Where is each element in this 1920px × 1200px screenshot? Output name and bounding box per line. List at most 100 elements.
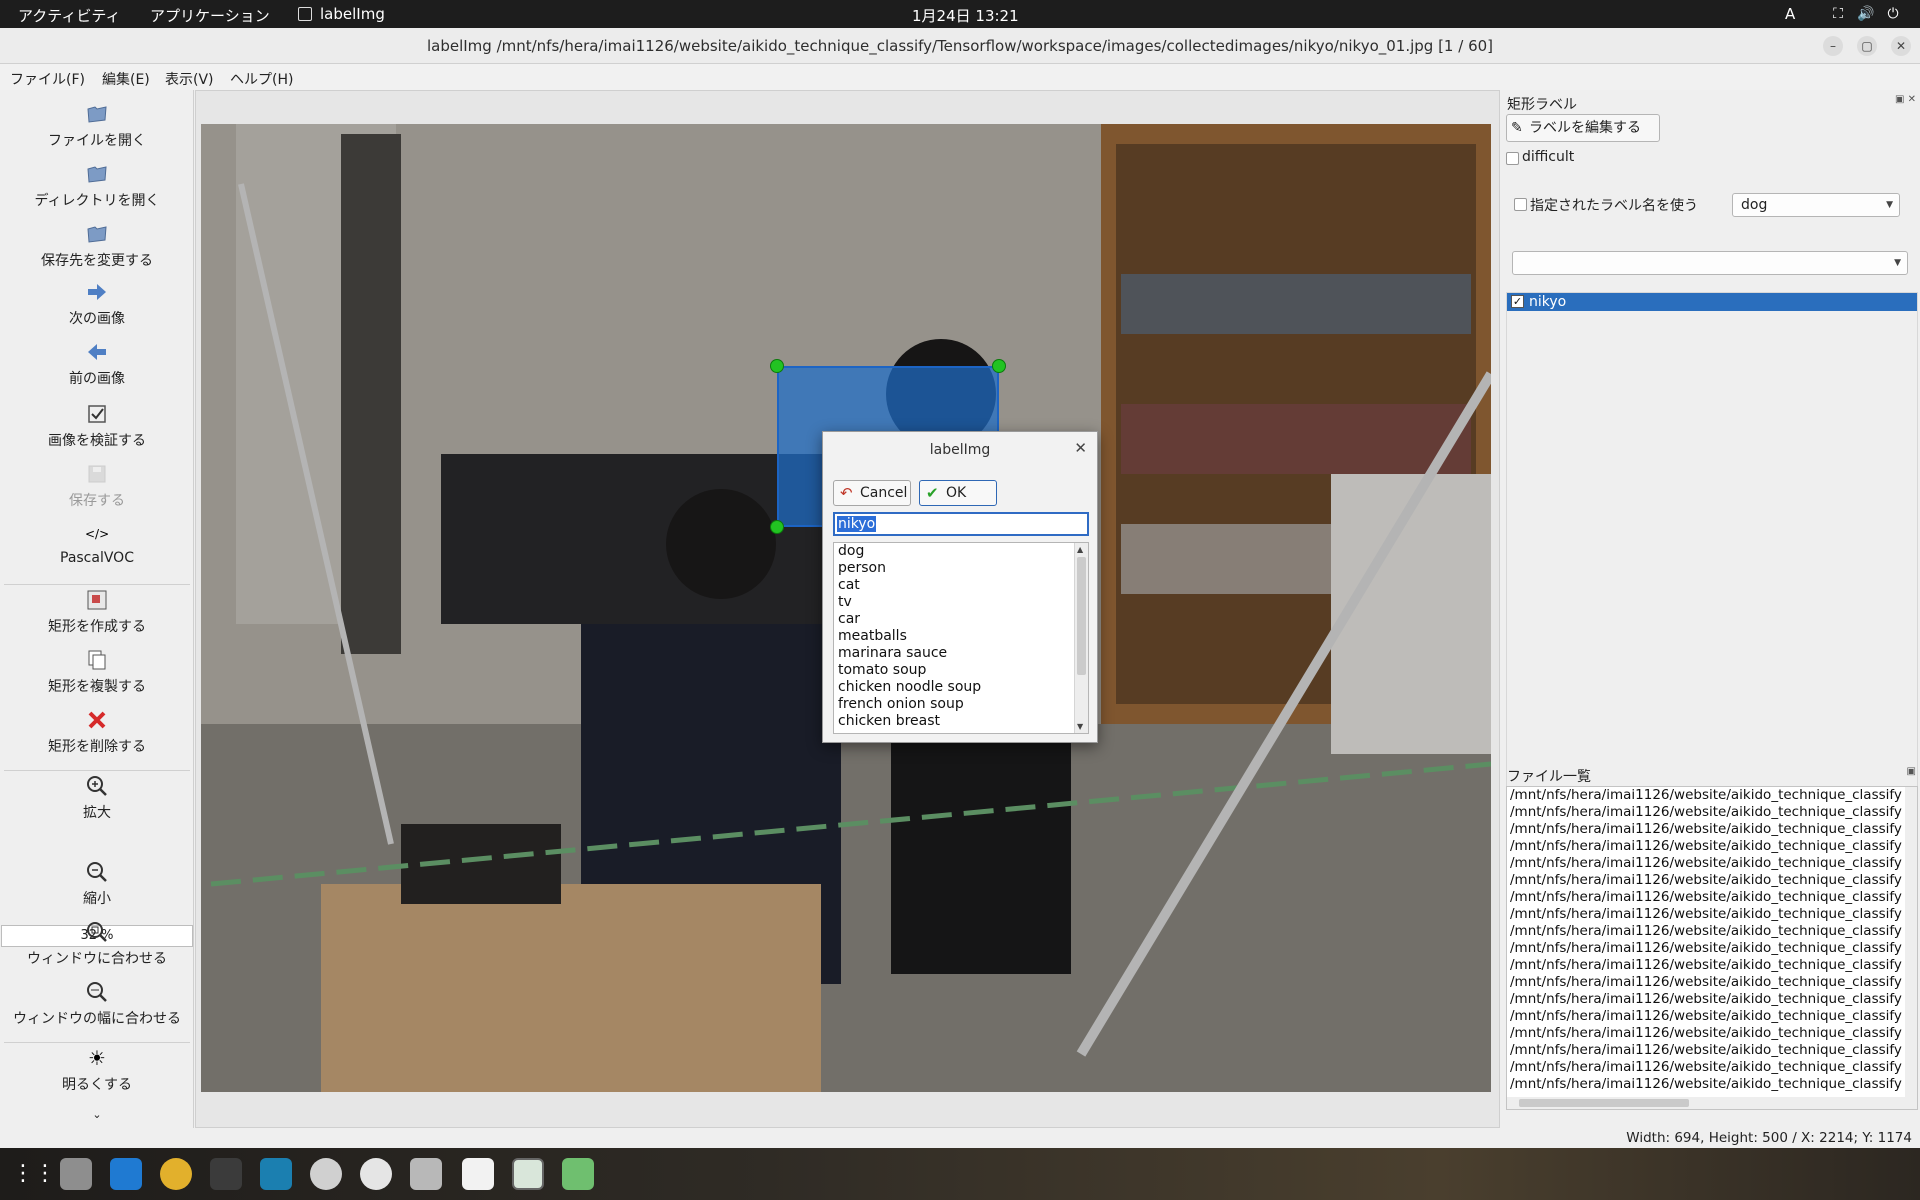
close-window-button[interactable]: ✕ [1891,36,1911,56]
input-method-indicator[interactable]: A [1785,5,1795,23]
file-list-item[interactable]: /mnt/nfs/hera/imai1126/website/aikido_te… [1507,1025,1905,1042]
dock-close-icon[interactable]: ▣ [1907,766,1916,777]
trash-icon[interactable] [562,1158,594,1190]
toolbar-more-button[interactable]: ⌄ [0,1108,194,1126]
menu-file[interactable]: ファイル(F) [10,69,85,89]
file-list-item[interactable]: /mnt/nfs/hera/imai1126/website/aikido_te… [1507,1008,1905,1025]
minimize-button[interactable]: – [1823,36,1843,56]
file-list[interactable]: /mnt/nfs/hera/imai1126/website/aikido_te… [1506,786,1918,1110]
file-list-item[interactable]: /mnt/nfs/hera/imai1126/website/aikido_te… [1507,1076,1905,1093]
file-list-item[interactable]: /mnt/nfs/hera/imai1126/website/aikido_te… [1507,787,1905,804]
scroll-thumb[interactable] [1077,557,1086,675]
files-icon[interactable] [60,1158,92,1190]
file-list-item[interactable]: /mnt/nfs/hera/imai1126/website/aikido_te… [1507,1059,1905,1076]
dock-float-close-icons[interactable]: ▣ ✕ [1895,94,1916,105]
delete-rect-button[interactable]: 矩形を削除する [0,708,194,766]
file-list-item[interactable]: /mnt/nfs/hera/imai1126/website/aikido_te… [1507,906,1905,923]
label-option[interactable]: meatballs [834,628,1088,645]
file-list-item[interactable]: /mnt/nfs/hera/imai1126/website/aikido_te… [1507,923,1905,940]
zoom-out-button[interactable]: 縮小 [0,860,194,918]
file-list-item[interactable]: /mnt/nfs/hera/imai1126/website/aikido_te… [1507,838,1905,855]
activities-button[interactable]: アクティビティ [18,5,120,26]
use-default-label-checkbox[interactable] [1514,198,1527,211]
next-image-button[interactable]: 次の画像 [0,280,194,338]
menu-edit[interactable]: 編集(E) [102,69,150,89]
list-scrollbar[interactable]: ▲ ▼ [1074,543,1088,733]
label-list[interactable]: ✓ nikyo [1506,292,1918,844]
bbox-handle-top-right[interactable] [992,359,1006,373]
vscode-icon[interactable] [110,1158,142,1190]
file-list-item[interactable]: /mnt/nfs/hera/imai1126/website/aikido_te… [1507,872,1905,889]
file-list-item[interactable]: /mnt/nfs/hera/imai1126/website/aikido_te… [1507,957,1905,974]
file-list-item[interactable]: /mnt/nfs/hera/imai1126/website/aikido_te… [1507,991,1905,1008]
file-list-item[interactable]: /mnt/nfs/hera/imai1126/website/aikido_te… [1507,821,1905,838]
label-option[interactable]: marinara sauce [834,645,1088,662]
network-icon[interactable]: ⛶ [1829,5,1847,23]
format-toggle-button[interactable]: </> PascalVOC [0,522,194,580]
default-label-combo[interactable]: dog ▼ [1732,193,1900,217]
label-filter-combo[interactable]: ▼ [1512,251,1908,275]
bbox-handle-bottom-left[interactable] [770,520,784,534]
label-option[interactable]: tomato soup [834,662,1088,679]
software-icon[interactable] [310,1158,342,1190]
file-list-item[interactable]: /mnt/nfs/hera/imai1126/website/aikido_te… [1507,855,1905,872]
code-icon: </> [85,527,110,541]
open-file-button[interactable]: ファイルを開く [0,102,194,160]
label-option[interactable]: chicken noodle soup [834,679,1088,696]
file-list-item[interactable]: /mnt/nfs/hera/imai1126/website/aikido_te… [1507,804,1905,821]
fit-width-button[interactable]: ウィンドウの幅に合わせる [0,980,194,1038]
label-visible-checkbox[interactable]: ✓ [1511,295,1524,308]
prev-image-button[interactable]: 前の画像 [0,340,194,398]
app-grid-icon[interactable]: ⋮⋮ [12,1158,56,1190]
menu-view[interactable]: 表示(V) [165,69,214,89]
power-icon[interactable]: ⏻ [1884,5,1902,23]
scroll-up-icon[interactable]: ▲ [1077,545,1083,554]
label-list-item[interactable]: ✓ nikyo [1507,293,1917,311]
volume-icon[interactable]: 🔊 [1857,5,1875,23]
file-list-item[interactable]: /mnt/nfs/hera/imai1126/website/aikido_te… [1507,1042,1905,1059]
label-option[interactable]: dog [834,543,1088,560]
label-input[interactable]: nikyo [833,512,1089,536]
ok-button[interactable]: ✔ OK [919,480,997,506]
scroll-down-icon[interactable]: ▼ [1077,722,1083,731]
clock[interactable]: 1月24日 13:21 [912,5,1019,26]
open-dir-button[interactable]: ディレクトリを開く [0,162,194,220]
label-option[interactable]: french onion soup [834,696,1088,713]
file-list-hscrollbar[interactable] [1507,1097,1917,1109]
active-app-indicator[interactable]: labelImg [298,5,385,23]
labelimg-taskbar-icon[interactable] [512,1158,544,1190]
hscroll-thumb[interactable] [1519,1099,1689,1107]
settings-icon[interactable] [410,1158,442,1190]
save-button[interactable]: 保存する [0,462,194,520]
terminal-icon[interactable] [210,1158,242,1190]
file-list-item[interactable]: /mnt/nfs/hera/imai1126/website/aikido_te… [1507,974,1905,991]
brighten-button[interactable]: ☀ 明るくする [0,1046,194,1104]
file-list-vscrollbar[interactable] [1905,787,1917,1097]
bbox-handle-top-left[interactable] [770,359,784,373]
zoom-in-button[interactable]: 拡大 [0,774,194,832]
verify-image-button[interactable]: 画像を検証する [0,402,194,460]
label-option[interactable]: person [834,560,1088,577]
text-editor-icon[interactable] [462,1158,494,1190]
fit-window-button[interactable]: ウィンドウに合わせる [0,920,194,978]
file-list-item[interactable]: /mnt/nfs/hera/imai1126/website/aikido_te… [1507,889,1905,906]
menu-help[interactable]: ヘルプ(H) [230,69,293,89]
label-option[interactable]: tv [834,594,1088,611]
change-save-dir-button[interactable]: 保存先を変更する [0,222,194,280]
slack-icon[interactable] [360,1158,392,1190]
app-icon[interactable] [260,1158,292,1190]
cancel-button[interactable]: ↶ Cancel [833,480,911,506]
create-rect-button[interactable]: 矩形を作成する [0,588,194,646]
dialog-close-icon[interactable]: ✕ [1074,439,1087,457]
label-options-list[interactable]: dog person cat tv car meatballs marinara sauce… [833,542,1089,734]
label-option[interactable]: cat [834,577,1088,594]
maximize-button[interactable]: ▢ [1857,36,1877,56]
chrome-icon[interactable] [160,1158,192,1190]
label-option[interactable]: car [834,611,1088,628]
duplicate-rect-button[interactable]: 矩形を複製する [0,648,194,706]
applications-menu[interactable]: アプリケーション [150,5,270,26]
file-list-item[interactable]: /mnt/nfs/hera/imai1126/website/aikido_te… [1507,940,1905,957]
edit-label-button[interactable]: ✎ ラベルを編集する [1506,114,1660,142]
label-option[interactable]: chicken breast [834,713,1088,730]
difficult-checkbox[interactable] [1506,152,1519,165]
